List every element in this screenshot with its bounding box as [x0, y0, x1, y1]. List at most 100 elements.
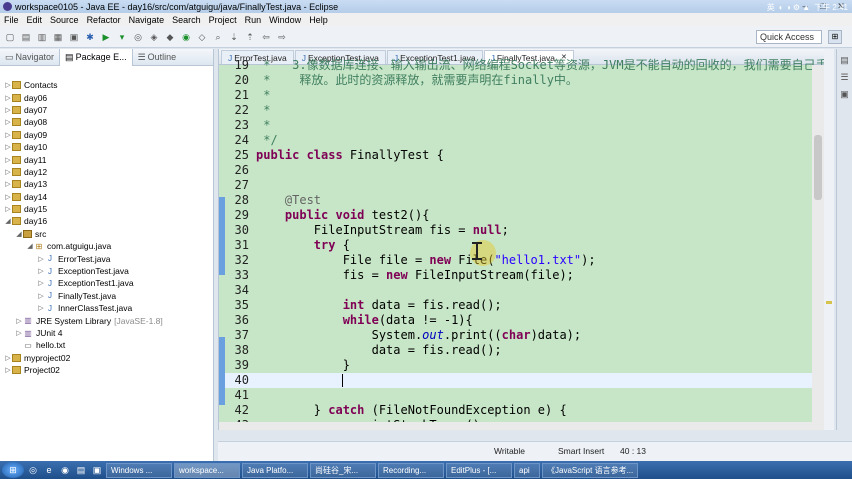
taskbar-item[interactable]: Recording... — [378, 462, 444, 478]
taskbar-item[interactable]: Windows ... — [106, 462, 172, 478]
code-line[interactable]: 30 FileInputStream fis = null; — [219, 223, 825, 238]
tree-item[interactable]: ▷ day15 — [0, 203, 213, 215]
code-line[interactable]: 35 int data = fis.read(); — [219, 298, 825, 313]
run-menu-icon[interactable]: ▾ — [116, 31, 128, 43]
code-line[interactable]: 23 * — [219, 118, 825, 133]
code-line[interactable]: 26 — [219, 163, 825, 178]
code-line[interactable]: 39 } — [219, 358, 825, 373]
tree-item[interactable]: ▷ myproject02 — [0, 352, 213, 364]
code-line[interactable]: 29 public void test2(){ — [219, 208, 825, 223]
code-line[interactable]: 41 — [219, 388, 825, 403]
code-line[interactable]: 27 — [219, 178, 825, 193]
tree-item[interactable]: ▷ day12 — [0, 166, 213, 178]
search-icon[interactable]: ⌕ — [212, 31, 224, 43]
code-line[interactable]: 20 * 释放。此时的资源释放，就需要声明在finally中。 — [219, 73, 825, 88]
code-line[interactable]: 32 File file = new File("hello1.txt"); — [219, 253, 825, 268]
taskbar-item[interactable]: 尚硅谷_宋... — [310, 462, 376, 478]
print-icon[interactable]: ▦ — [52, 31, 64, 43]
save-icon[interactable]: ▤ — [20, 31, 32, 43]
tree-item[interactable]: ▷ Contacts — [0, 79, 213, 91]
code-line[interactable]: 33 fis = new FileInputStream(file); — [219, 268, 825, 283]
forward-icon[interactable]: ⇨ — [276, 31, 288, 43]
collapsed-arrow-icon[interactable]: ▷ — [4, 118, 12, 126]
prev-annotation-icon[interactable]: ⇡ — [244, 31, 256, 43]
editor-vertical-scrollbar[interactable] — [812, 65, 824, 430]
code-line[interactable]: 36 while(data != -1){ — [219, 313, 825, 328]
outline-view-icon[interactable]: ☰ — [840, 72, 848, 83]
menu-help[interactable]: Help — [309, 15, 328, 25]
start-button[interactable]: ⊞ — [2, 462, 24, 478]
tree-item[interactable]: ▷ Project02 — [0, 364, 213, 376]
new-java-project-icon[interactable]: ◈ — [148, 31, 160, 43]
tree-item[interactable]: ◢ day16 — [0, 215, 213, 227]
code-area[interactable]: 19 * 3.像数据库连接、输入输出流、网络编程Socket等资源，JVM是不能… — [219, 58, 825, 430]
back-icon[interactable]: ⇦ — [260, 31, 272, 43]
code-line[interactable]: 21 * — [219, 88, 825, 103]
taskbar-item[interactable]: EditPlus - [... — [446, 462, 512, 478]
menu-refactor[interactable]: Refactor — [87, 15, 121, 25]
expanded-arrow-icon[interactable]: ◢ — [15, 230, 23, 238]
taskbar-item[interactable]: workspace... — [174, 462, 240, 478]
next-annotation-icon[interactable]: ⇣ — [228, 31, 240, 43]
code-line[interactable]: 38 data = fis.read(); — [219, 343, 825, 358]
tree-item[interactable]: ▷ day08 — [0, 116, 213, 128]
taskbar-item[interactable]: 《JavaScript 语言参考... — [542, 462, 638, 478]
editor-horizontal-scrollbar[interactable] — [219, 422, 813, 430]
run-icon[interactable]: ▶ — [100, 31, 112, 43]
collapsed-arrow-icon[interactable]: ▷ — [4, 180, 12, 188]
collapsed-arrow-icon[interactable]: ▷ — [4, 94, 12, 102]
menu-source[interactable]: Source — [50, 15, 79, 25]
tree-item[interactable]: ◢ ⊞ com.atguigu.java — [0, 240, 213, 252]
collapsed-arrow-icon[interactable]: ▷ — [4, 131, 12, 139]
collapsed-arrow-icon[interactable]: ▷ — [4, 193, 12, 201]
tree-item[interactable]: ▷ day06 — [0, 91, 213, 103]
tree-item[interactable]: ▷ J FinallyTest.java — [0, 290, 213, 302]
tree-item[interactable]: ▷ day14 — [0, 191, 213, 203]
ime-indicator[interactable]: 英 — [767, 2, 775, 13]
collapsed-arrow-icon[interactable]: ▷ — [37, 279, 45, 287]
quick-access-input[interactable]: Quick Access — [756, 30, 822, 44]
taskbar-item[interactable]: api — [514, 462, 540, 478]
code-line[interactable]: 19 * 3.像数据库连接、输入输出流、网络编程Socket等资源，JVM是不能… — [219, 58, 825, 73]
collapsed-arrow-icon[interactable]: ▷ — [37, 255, 45, 263]
code-line[interactable]: 42 } catch (FileNotFoundException e) { — [219, 403, 825, 418]
menu-search[interactable]: Search — [172, 15, 201, 25]
tree-item[interactable]: ▷ J ExceptionTest.java — [0, 265, 213, 277]
menu-project[interactable]: Project — [209, 15, 237, 25]
menu-file[interactable]: File — [4, 15, 19, 25]
collapsed-arrow-icon[interactable]: ▷ — [4, 106, 12, 114]
code-line[interactable]: 28 @Test — [219, 193, 825, 208]
tree-item[interactable]: ▷ J InnerClassTest.java — [0, 302, 213, 314]
collapsed-arrow-icon[interactable]: ▷ — [37, 292, 45, 300]
tree-item[interactable]: ▷ day09 — [0, 129, 213, 141]
tree-item[interactable]: ▷ ▥ JUnit 4 — [0, 327, 213, 339]
folder-icon[interactable]: ▤ — [74, 463, 88, 477]
clock[interactable]: 下午 2:41 — [814, 2, 848, 13]
collapsed-arrow-icon[interactable]: ▷ — [4, 205, 12, 213]
collapsed-arrow-icon[interactable]: ▷ — [4, 81, 12, 89]
collapsed-arrow-icon[interactable]: ▷ — [15, 329, 23, 337]
code-line[interactable]: 40 — [219, 373, 825, 388]
ie-icon[interactable]: e — [42, 463, 56, 477]
tray-icons[interactable]: ◐ ◑ ⚙ ▲ — [779, 3, 810, 12]
menu-window[interactable]: Window — [269, 15, 301, 25]
tree-item[interactable]: ▷ J ErrorTest.java — [0, 252, 213, 264]
expanded-arrow-icon[interactable]: ◢ — [26, 242, 34, 250]
code-line[interactable]: 22 * — [219, 103, 825, 118]
expanded-arrow-icon[interactable]: ◢ — [4, 217, 12, 225]
server-icon[interactable]: ▣ — [68, 31, 80, 43]
tab-outline[interactable]: ☰ Outline — [133, 49, 182, 66]
code-line[interactable]: 37 System.out.print((char)data); — [219, 328, 825, 343]
new-package-icon[interactable]: ◆ — [164, 31, 176, 43]
tab-navigator[interactable]: ▭ Navigator — [0, 49, 59, 66]
collapsed-arrow-icon[interactable]: ▷ — [37, 267, 45, 275]
collapsed-arrow-icon[interactable]: ▷ — [4, 354, 12, 362]
perspective-icon[interactable]: ⊞ — [828, 30, 842, 44]
tree-item[interactable]: ▷ J ExceptionTest1.java — [0, 277, 213, 289]
collapsed-arrow-icon[interactable]: ▷ — [15, 317, 23, 325]
debug-icon[interactable]: ✱ — [84, 31, 96, 43]
collapsed-arrow-icon[interactable]: ▷ — [37, 304, 45, 312]
console-icon[interactable]: ▣ — [840, 89, 849, 100]
open-type-icon[interactable]: ◇ — [196, 31, 208, 43]
code-line[interactable]: 31 try { — [219, 238, 825, 253]
